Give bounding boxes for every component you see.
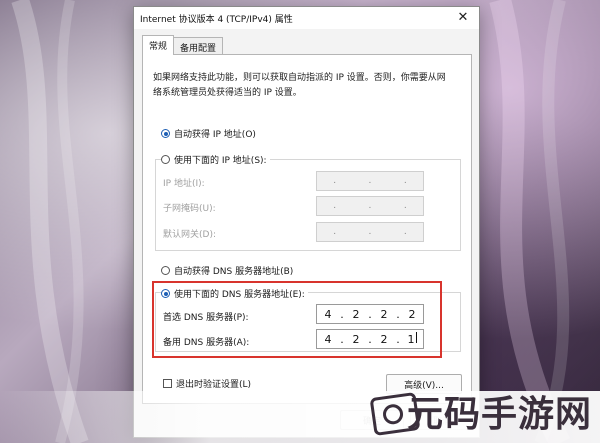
radio-auto-ip-label: 自动获得 IP 地址(O): [174, 130, 256, 140]
watermark-banner: 元码手游网: [0, 391, 600, 443]
radio-auto-ip-indicator[interactable]: [161, 129, 170, 138]
radio-auto-dns-indicator[interactable]: [161, 266, 170, 275]
title-bar: Internet 协议版本 4 (TCP/IPv4) 属性 ✕: [134, 7, 479, 29]
general-panel: 如果网络支持此功能，则可以获取自动指派的 IP 设置。否则，你需要从网络系统管理…: [142, 54, 472, 404]
close-icon[interactable]: ✕: [455, 10, 471, 26]
ip-address-input[interactable]: ...: [316, 171, 424, 191]
checkbox-box[interactable]: [163, 379, 172, 388]
ip-address-label: IP 地址(I):: [163, 179, 205, 189]
dns-highlight-box: [152, 281, 442, 358]
radio-auto-ip[interactable]: 自动获得 IP 地址(O): [161, 127, 256, 140]
window-title: Internet 协议版本 4 (TCP/IPv4) 属性: [140, 14, 293, 25]
default-gateway-input[interactable]: ...: [316, 222, 424, 242]
tab-alternate-config[interactable]: 备用配置: [173, 37, 224, 55]
tab-strip: 常规 备用配置: [142, 35, 224, 55]
radio-manual-ip-indicator[interactable]: [161, 155, 170, 164]
default-gateway-label: 默认网关(D):: [163, 230, 216, 240]
subnet-mask-input[interactable]: ...: [316, 196, 424, 216]
watermark-text: 元码手游网: [406, 394, 592, 435]
tab-general[interactable]: 常规: [142, 35, 175, 55]
subnet-mask-label: 子网掩码(U):: [163, 204, 216, 214]
radio-manual-ip-label: 使用下面的 IP 地址(S):: [174, 156, 267, 166]
validate-on-exit-label: 退出时验证设置(L): [176, 380, 252, 390]
radio-manual-ip[interactable]: 使用下面的 IP 地址(S):: [161, 153, 270, 166]
validate-on-exit-checkbox[interactable]: 退出时验证设置(L): [163, 377, 251, 390]
radio-auto-dns[interactable]: 自动获得 DNS 服务器地址(B): [161, 264, 293, 277]
description-text: 如果网络支持此功能，则可以获取自动指派的 IP 设置。否则，你需要从网络系统管理…: [153, 73, 446, 98]
radio-auto-dns-label: 自动获得 DNS 服务器地址(B): [174, 267, 294, 277]
tcpip-properties-dialog: Internet 协议版本 4 (TCP/IPv4) 属性 ✕ 常规 备用配置 …: [133, 6, 480, 438]
